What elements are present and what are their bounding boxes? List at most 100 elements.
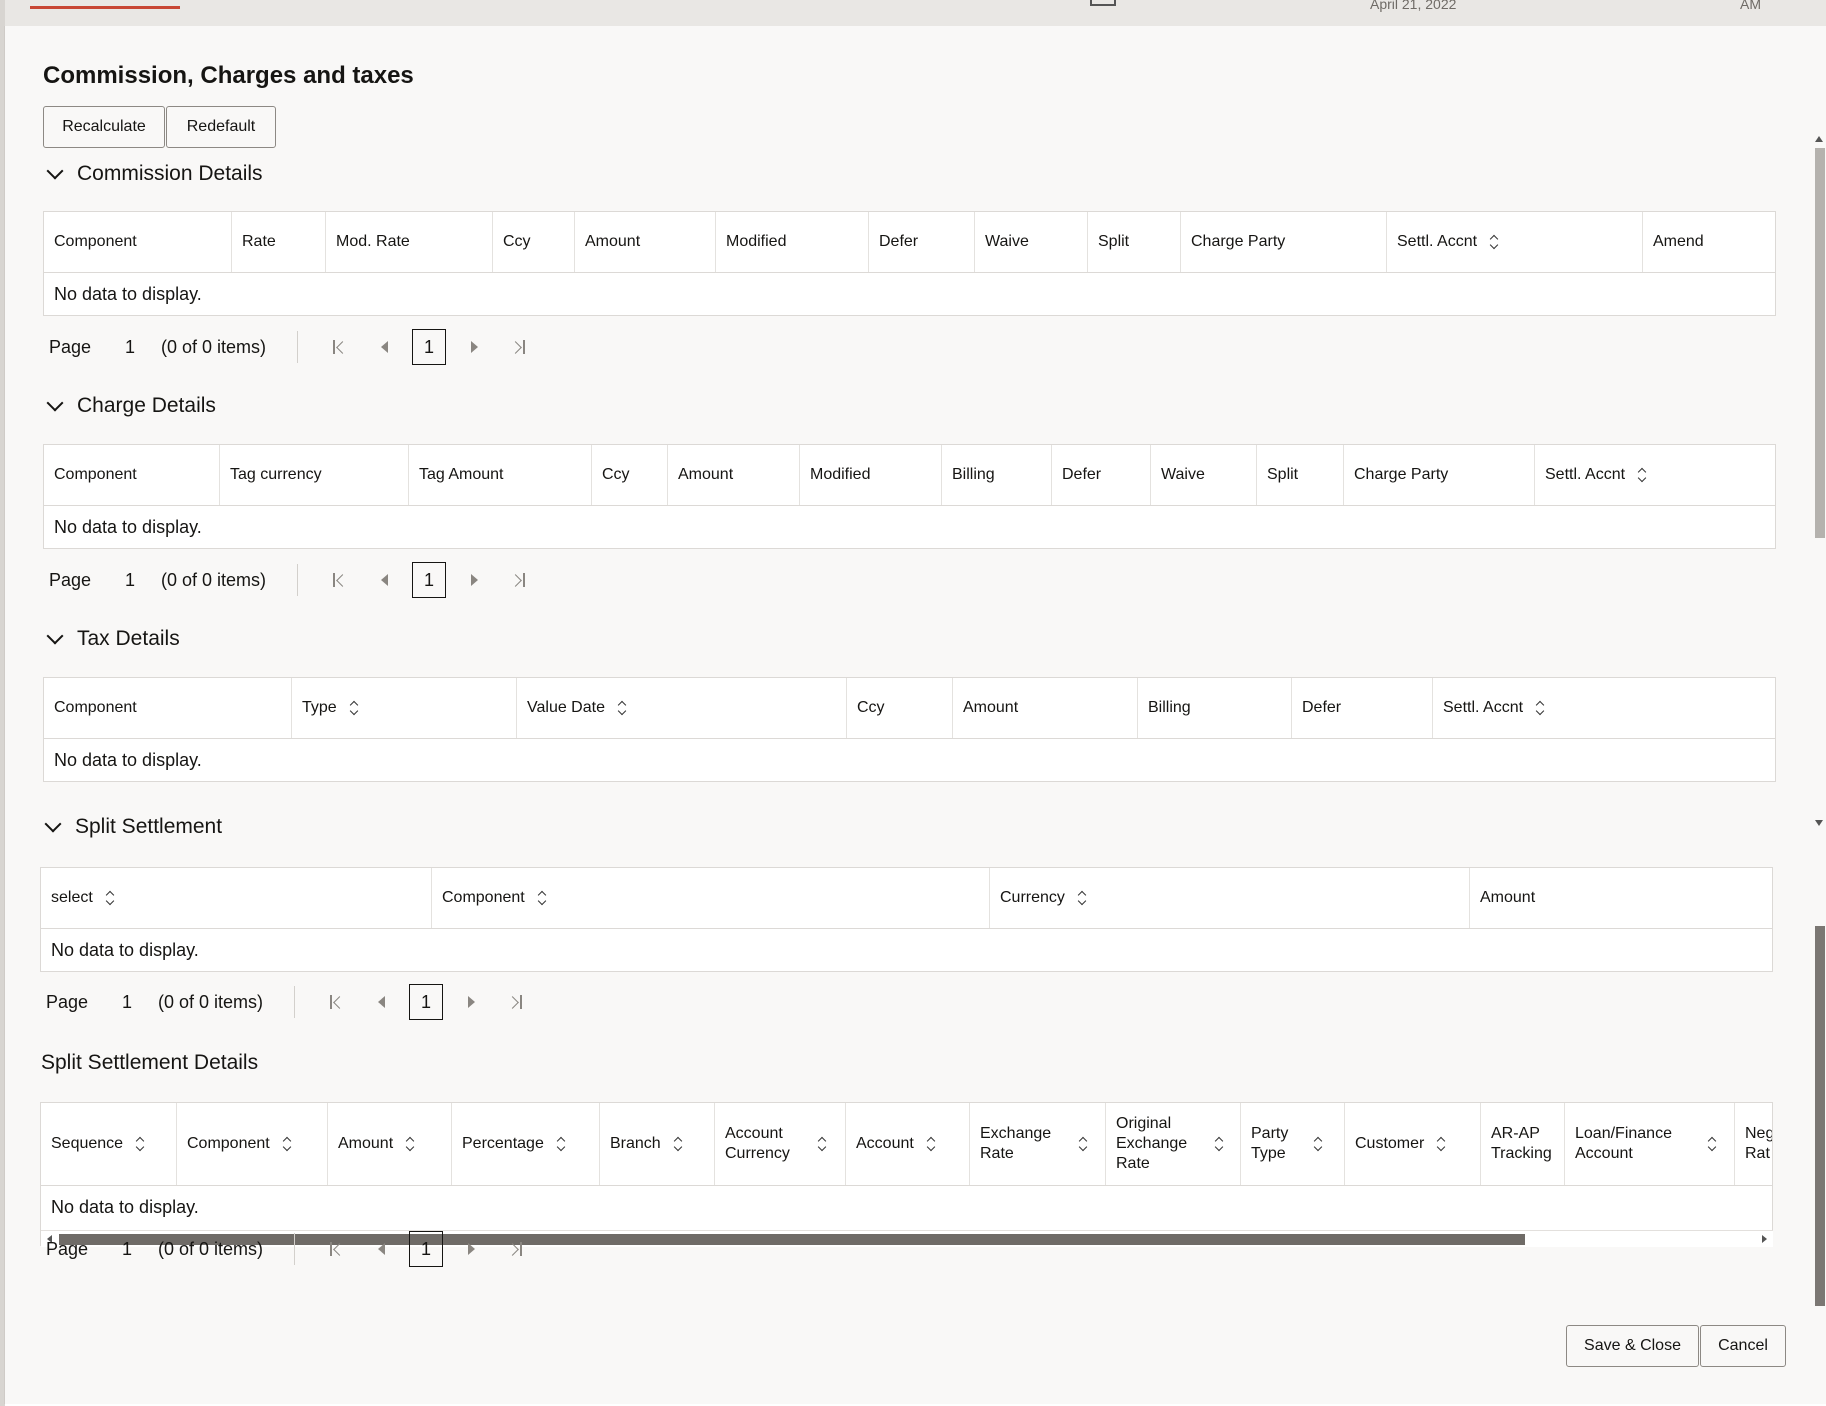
tax-section-header[interactable]: Tax Details — [43, 627, 180, 651]
column-header[interactable]: Waive — [1151, 445, 1257, 505]
last-page-button[interactable] — [496, 562, 540, 598]
outer-scrollbar[interactable] — [1813, 926, 1825, 1326]
scrollbar-thumb[interactable] — [1815, 148, 1825, 538]
column-header[interactable]: Billing — [1138, 678, 1292, 738]
column-header-sortable[interactable]: Component — [432, 868, 990, 928]
column-header[interactable]: Ccy — [592, 445, 668, 505]
column-header-sortable[interactable]: Loan/Finance Account — [1565, 1103, 1735, 1185]
previous-page-button[interactable] — [362, 329, 406, 365]
scroll-up-icon[interactable] — [1815, 136, 1823, 142]
column-header-sortable[interactable]: Party Type — [1241, 1103, 1345, 1185]
column-header[interactable]: Split — [1257, 445, 1344, 505]
column-header-sortable[interactable]: Sequence — [41, 1103, 177, 1185]
column-header-sortable[interactable]: Value Date — [517, 678, 847, 738]
current-page-button[interactable]: 1 — [409, 1231, 443, 1267]
sort-icon[interactable] — [617, 701, 627, 715]
next-page-button[interactable] — [449, 984, 493, 1020]
column-header[interactable]: Amount — [668, 445, 800, 505]
column-header-sortable[interactable]: Branch — [600, 1103, 715, 1185]
cancel-button[interactable]: Cancel — [1700, 1325, 1786, 1367]
column-header[interactable]: Defer — [869, 212, 975, 272]
column-header[interactable]: Tag currency — [220, 445, 409, 505]
last-page-button[interactable] — [496, 329, 540, 365]
scroll-down-icon[interactable] — [1815, 820, 1823, 826]
scrollbar-thumb[interactable] — [1815, 926, 1825, 1306]
column-header[interactable]: Mod. Rate — [326, 212, 493, 272]
sort-icon[interactable] — [282, 1137, 292, 1151]
sort-icon[interactable] — [1077, 891, 1087, 905]
column-header[interactable]: Neg Rat — [1735, 1103, 1773, 1185]
column-header-sortable[interactable]: Account Currency — [715, 1103, 846, 1185]
column-header[interactable]: Split — [1088, 212, 1181, 272]
column-header[interactable]: Ccy — [493, 212, 575, 272]
sort-icon[interactable] — [1078, 1137, 1088, 1151]
column-header-sortable[interactable]: select — [41, 868, 432, 928]
sort-icon[interactable] — [1489, 235, 1499, 249]
column-header-sortable[interactable]: Amount — [328, 1103, 452, 1185]
previous-page-button[interactable] — [359, 1231, 403, 1267]
sort-icon[interactable] — [1637, 468, 1647, 482]
column-header[interactable]: Ccy — [847, 678, 953, 738]
column-header[interactable]: Amount — [953, 678, 1138, 738]
last-page-button[interactable] — [493, 984, 537, 1020]
current-page-button[interactable]: 1 — [412, 329, 446, 365]
redefault-button[interactable]: Redefault — [166, 106, 276, 148]
sort-icon[interactable] — [556, 1137, 566, 1151]
last-page-button[interactable] — [493, 1231, 537, 1267]
sort-icon[interactable] — [673, 1137, 683, 1151]
column-header[interactable]: Charge Party — [1344, 445, 1535, 505]
column-header[interactable]: Tag Amount — [409, 445, 592, 505]
column-header-sortable[interactable]: Percentage — [452, 1103, 600, 1185]
sort-icon[interactable] — [1214, 1137, 1224, 1151]
sort-icon[interactable] — [1707, 1137, 1717, 1151]
column-header[interactable]: Rate — [232, 212, 326, 272]
column-header[interactable]: Waive — [975, 212, 1088, 272]
recalculate-button[interactable]: Recalculate — [43, 106, 165, 148]
first-page-button[interactable] — [315, 984, 359, 1020]
sort-icon[interactable] — [405, 1137, 415, 1151]
column-header[interactable]: Component — [44, 678, 292, 738]
next-page-button[interactable] — [452, 562, 496, 598]
sort-icon[interactable] — [135, 1137, 145, 1151]
column-header-sortable[interactable]: Settl. Accnt — [1535, 445, 1775, 505]
sort-icon[interactable] — [1535, 701, 1545, 715]
first-page-button[interactable] — [315, 1231, 359, 1267]
previous-page-button[interactable] — [362, 562, 406, 598]
next-page-button[interactable] — [452, 329, 496, 365]
scroll-right-icon[interactable] — [1762, 1235, 1767, 1243]
column-header[interactable]: Amend — [1643, 212, 1771, 272]
sort-icon[interactable] — [926, 1137, 936, 1151]
column-header-sortable[interactable]: Type — [292, 678, 517, 738]
sort-icon[interactable] — [817, 1137, 827, 1151]
column-header-sortable[interactable]: Component — [177, 1103, 328, 1185]
column-header[interactable]: Amount — [1470, 868, 1772, 928]
column-header-sortable[interactable]: Original Exchange Rate — [1106, 1103, 1241, 1185]
column-header[interactable]: Modified — [716, 212, 869, 272]
first-page-button[interactable] — [318, 562, 362, 598]
dialog-scrollbar[interactable] — [1813, 136, 1825, 826]
sort-icon[interactable] — [537, 891, 547, 905]
charge-section-header[interactable]: Charge Details — [43, 394, 216, 418]
first-page-button[interactable] — [318, 329, 362, 365]
column-header-sortable[interactable]: Settl. Accnt — [1433, 678, 1775, 738]
column-header-sortable[interactable]: Exchange Rate — [970, 1103, 1106, 1185]
column-header-sortable[interactable]: Settl. Accnt — [1387, 212, 1643, 272]
sort-icon[interactable] — [105, 891, 115, 905]
column-header[interactable]: Component — [44, 212, 232, 272]
column-header[interactable]: Billing — [942, 445, 1052, 505]
column-header[interactable]: Defer — [1052, 445, 1151, 505]
commission-section-header[interactable]: Commission Details — [43, 162, 263, 186]
previous-page-button[interactable] — [359, 984, 403, 1020]
column-header[interactable]: Component — [44, 445, 220, 505]
sort-icon[interactable] — [349, 701, 359, 715]
column-header-sortable[interactable]: Account — [846, 1103, 970, 1185]
sort-icon[interactable] — [1436, 1137, 1446, 1151]
save-close-button[interactable]: Save & Close — [1566, 1325, 1699, 1367]
sort-icon[interactable] — [1313, 1137, 1323, 1151]
column-header[interactable]: Amount — [575, 212, 716, 272]
current-page-button[interactable]: 1 — [412, 562, 446, 598]
column-header[interactable]: Defer — [1292, 678, 1433, 738]
column-header-sortable[interactable]: Customer — [1345, 1103, 1481, 1185]
column-header-sortable[interactable]: Currency — [990, 868, 1470, 928]
next-page-button[interactable] — [449, 1231, 493, 1267]
